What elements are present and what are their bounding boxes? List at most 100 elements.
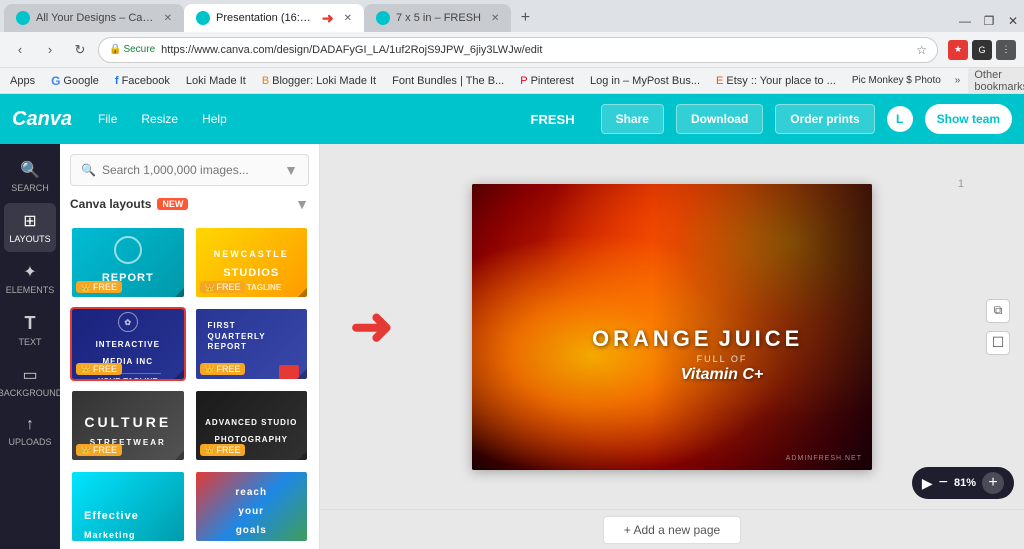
bookmark-mypost[interactable]: Log in – MyPost Bus... [586,73,704,89]
present-icon[interactable]: ▶ [922,475,933,492]
canvas-wrapper: ➜ 1 ⧉ ☐ [320,144,1024,509]
bookmark-apps[interactable]: Apps [6,73,39,89]
bookmark-facebook[interactable]: f Facebook [111,73,174,89]
bookmark-facebook-label: Facebook [122,75,170,87]
background-icon: ▭ [22,365,37,385]
template-first-quarterly[interactable]: FIRST QUARTERLYREPORT 👑 FREE [194,307,310,380]
copy-page-button[interactable]: ⧉ [986,299,1010,323]
text-icon: T [25,313,36,334]
template-culture[interactable]: CULTURE STREETWEAR 👑 FREE [70,389,186,462]
bookmark-google-label: Google [63,75,98,87]
search-input[interactable] [102,163,278,177]
google-icon: G [51,74,60,88]
share-button[interactable]: Share [601,104,664,134]
bookmark-pinterest[interactable]: P Pinterest [516,73,578,89]
template-reach[interactable]: reach your goals [194,470,310,543]
bookmark-apps-label: Apps [10,75,35,87]
sidebar-background-label: BACKGROUND [0,388,62,398]
ext-icon-3[interactable]: ⋮ [996,40,1016,60]
back-button[interactable]: ‹ [8,38,32,62]
bookmark-star[interactable]: ☆ [916,43,927,57]
bookmark-fontbundles[interactable]: Font Bundles | The B... [388,73,508,89]
sidebar-item-search[interactable]: 🔍 SEARCH [4,152,56,201]
close-button[interactable]: ✕ [1006,14,1020,28]
canvas-text-area: ORANGE JUICE FULL OF Vitamin C+ [592,326,852,384]
url-bar[interactable]: 🔒 Secure https://www.canva.com/design/DA… [98,37,938,63]
bookmark-blogger[interactable]: B Blogger: Loki Made It [258,73,380,89]
tab-2-label: Presentation (16:9) – ... [216,12,312,24]
new-badge: NEW [157,198,188,210]
crown-icon-4: 👑 [205,364,215,373]
crown-icon-2: 👑 [205,283,215,292]
download-button[interactable]: Download [676,104,763,134]
bookmarks-bar: Apps G Google f Facebook Loki Made It B … [0,68,1024,94]
forward-button[interactable]: › [38,38,62,62]
template-advanced[interactable]: ADVANCED STUDIO PHOTOGRAPHY 👑 FREE [194,389,310,462]
crown-icon-5: 👑 [81,445,91,454]
zoom-plus-button[interactable]: + [982,472,1004,494]
avatar-initial: L [896,112,903,126]
tab-1[interactable]: All Your Designs – Canva ✕ [4,4,184,32]
template-report[interactable]: REPORT 👑 FREE [70,226,186,299]
ext-icon-2[interactable]: G [972,40,992,60]
sidebar-item-layouts[interactable]: ⊞ LAYOUTS [4,203,56,252]
bookmark-loki[interactable]: Loki Made It [182,73,250,89]
secure-indicator: 🔒 Secure [109,44,155,55]
free-badge-advanced: 👑 FREE [200,444,246,456]
maximize-button[interactable]: ❐ [982,14,996,28]
tab-3-close[interactable]: ✕ [491,13,499,24]
order-prints-button[interactable]: Order prints [775,104,874,134]
canvas-title-main: ORANGE [592,326,713,352]
panels-sidebar: 🔍 ▼ Canva layouts NEW ▼ REPORT [60,144,320,549]
etsy-icon: E [716,75,723,87]
bookmark-picmonkey[interactable]: Pic Monkey $ Photo [848,73,945,88]
other-bookmarks[interactable]: Other bookmarks [968,68,1024,94]
crown-icon-3: 👑 [81,364,91,373]
bookmark-blogger-label: Blogger: Loki Made It [272,75,376,87]
crown-icon-6: 👑 [205,445,215,454]
user-avatar[interactable]: L [887,106,913,132]
ext-icon-1[interactable]: ★ [948,40,968,60]
zoom-minus-button[interactable]: − [939,474,948,492]
minimize-button[interactable]: — [958,14,972,28]
delete-page-button[interactable]: ☐ [986,331,1010,355]
layouts-icon: ⊞ [23,211,36,231]
design-canvas[interactable]: ORANGE JUICE FULL OF Vitamin C+ ADMINFRE… [472,184,872,470]
canvas-area: ➜ 1 ⧉ ☐ [320,144,1024,549]
sidebar-item-elements[interactable]: ✦ ELEMENTS [4,254,56,303]
tab-3[interactable]: 7 x 5 in – FRESH ✕ [364,4,511,32]
filter-dropdown-icon[interactable]: ▼ [295,196,309,212]
add-page-button[interactable]: + Add a new page [603,516,741,544]
tab-3-label: 7 x 5 in – FRESH [396,12,481,24]
canva-menu-help[interactable]: Help [196,108,233,130]
red-arrow-icon: ➜ [350,298,394,356]
fresh-button[interactable]: FRESH [517,104,589,134]
tab-2-close[interactable]: ✕ [344,13,352,24]
bookmarks-more[interactable]: » [955,75,961,86]
sidebar-item-text[interactable]: T TEXT [4,305,56,355]
canva-menu-file[interactable]: File [92,108,123,130]
template-interactive[interactable]: ✿ INTERACTIVE MEDIA INC YOUR TAGLINE 👑 F… [70,307,186,380]
elements-icon: ✦ [23,262,36,282]
tab-bar: All Your Designs – Canva ✕ Presentation … [0,0,1024,32]
bookmark-etsy[interactable]: E Etsy :: Your place to ... [712,73,840,89]
new-tab-button[interactable]: + [511,4,539,32]
sidebar-item-uploads[interactable]: ↑ UPLOADS [4,408,56,455]
tab-2[interactable]: Presentation (16:9) – ... ➜ ✕ [184,4,364,32]
canva-menu-resize[interactable]: Resize [135,108,184,130]
extension-icons: ★ G ⋮ [948,40,1016,60]
bookmarks-right: Other bookmarks [968,68,1024,94]
url-text: https://www.canva.com/design/DADAFyGI_LA… [161,44,910,56]
refresh-button[interactable]: ↻ [68,38,92,62]
sidebar-item-background[interactable]: ▭ BACKGROUND [4,357,56,406]
search-box[interactable]: 🔍 ▼ [70,154,309,186]
show-team-button[interactable]: Show team [925,104,1012,134]
tab-1-label: All Your Designs – Canva [36,12,154,24]
template-grid: REPORT 👑 FREE NEWCASTLE STUDIOS YOUR TAG… [60,220,319,549]
template-effective[interactable]: Effective Marketing [70,470,186,543]
address-bar: ‹ › ↻ 🔒 Secure https://www.canva.com/des… [0,32,1024,68]
bookmark-google[interactable]: G Google [47,72,103,90]
tab-1-close[interactable]: ✕ [164,13,172,24]
template-newcastle[interactable]: NEWCASTLE STUDIOS YOUR TAGLINE 👑 FREE [194,226,310,299]
search-dropdown-icon[interactable]: ▼ [284,162,298,178]
